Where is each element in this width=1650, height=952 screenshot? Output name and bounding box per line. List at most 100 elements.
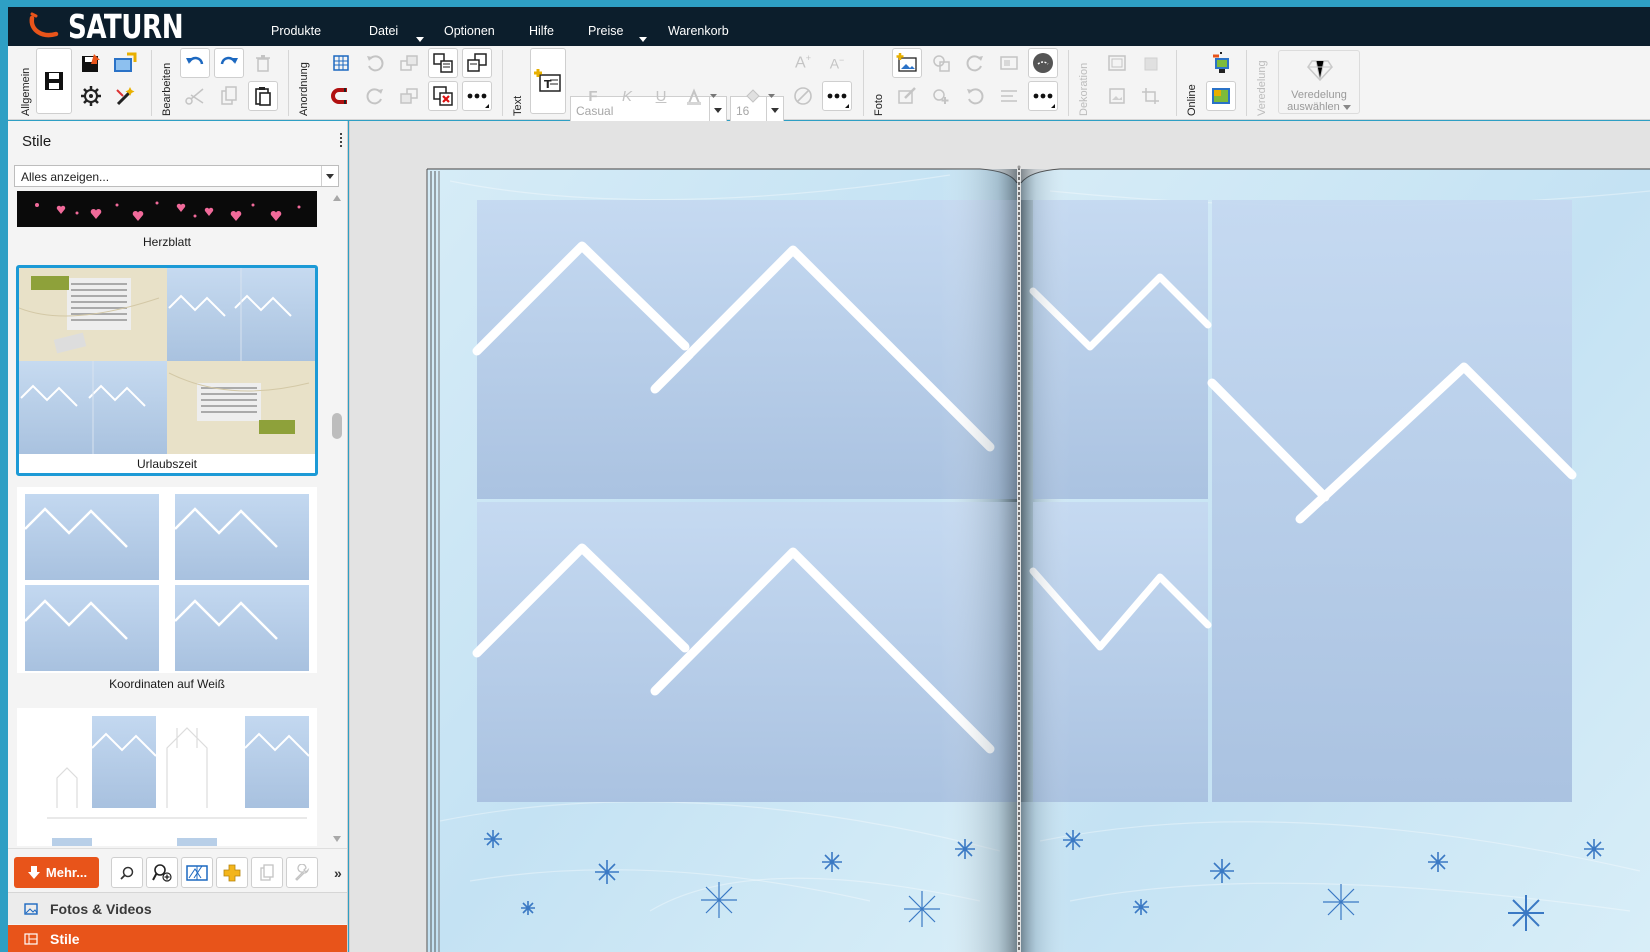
- add-photo-button[interactable]: [892, 48, 922, 78]
- remove-layout-button[interactable]: [428, 81, 458, 111]
- online-photos-button[interactable]: [1206, 81, 1236, 111]
- font-grow-button[interactable]: A+: [788, 48, 818, 78]
- style-card-herzblatt[interactable]: Herzblatt: [17, 191, 317, 249]
- scroll-up-arrow-icon[interactable]: [333, 195, 341, 201]
- menu-preise[interactable]: Preise: [588, 24, 623, 38]
- delete-button[interactable]: [248, 48, 278, 78]
- fill-bucket-icon: [746, 89, 775, 103]
- add-style-button[interactable]: [216, 857, 248, 888]
- magic-tools-button[interactable]: [110, 81, 140, 111]
- font-shrink-button[interactable]: A−: [822, 48, 852, 78]
- rotate-right-button[interactable]: [360, 81, 390, 111]
- decoration-crop-button[interactable]: [1136, 81, 1166, 111]
- style-card-urlaubszeit[interactable]: Urlaubszeit: [16, 265, 318, 476]
- online-upload-button[interactable]: [1206, 48, 1236, 78]
- apply-style-button[interactable]: [181, 857, 213, 888]
- send-backward-icon: [400, 88, 418, 104]
- menu-datei[interactable]: Datei: [369, 24, 398, 38]
- editor-canvas[interactable]: [349, 121, 1650, 952]
- diamond-icon: [1307, 60, 1333, 81]
- online-photos-icon: [1212, 88, 1230, 104]
- grid-button[interactable]: [326, 48, 356, 78]
- no-fill-button[interactable]: [788, 81, 818, 111]
- magnet-button[interactable]: [326, 81, 356, 111]
- panel-menu-dots-icon[interactable]: [339, 131, 343, 151]
- bring-forward-button[interactable]: [394, 48, 424, 78]
- text-fill-button[interactable]: [738, 81, 784, 111]
- photo-placeholder-right-large[interactable]: [1207, 200, 1577, 802]
- photo-align-button[interactable]: [994, 81, 1024, 111]
- paste-button[interactable]: [248, 81, 278, 111]
- save-as-button[interactable]: [76, 48, 106, 78]
- search-style-button[interactable]: [111, 857, 143, 888]
- menu-produkte[interactable]: Produkte: [271, 24, 321, 38]
- add-search-button[interactable]: [146, 857, 178, 888]
- menu-hilfe[interactable]: Hilfe: [529, 24, 554, 38]
- decoration-layer-button[interactable]: [1136, 48, 1166, 78]
- photo-flip-button[interactable]: [960, 81, 990, 111]
- undo-button[interactable]: [180, 48, 210, 78]
- decoration-image-button[interactable]: [1102, 81, 1132, 111]
- arrange-back-button[interactable]: [462, 48, 492, 78]
- city-layout-icon: [47, 716, 310, 846]
- text-color-button[interactable]: [680, 81, 726, 111]
- styles-panel: Stile Alles anzeigen... Herzblatt Urlaub…: [8, 121, 348, 952]
- add-text-button[interactable]: T: [530, 48, 566, 114]
- clipart-add-icon: [933, 89, 949, 104]
- photobook-spread[interactable]: [350, 121, 1650, 952]
- magic-wand-icon: [116, 87, 135, 106]
- mehr-button[interactable]: Mehr...: [14, 857, 99, 888]
- photo-mask-button[interactable]: [1028, 48, 1058, 78]
- save-button[interactable]: [36, 48, 72, 114]
- styles-list: Herzblatt Urlaubszeit Koordinaten auf We…: [8, 191, 330, 846]
- preise-caret-icon[interactable]: [639, 37, 647, 42]
- bold-button[interactable]: F: [578, 81, 608, 111]
- settings-button[interactable]: [76, 81, 106, 111]
- koordinaten-layout-icon: [24, 494, 309, 671]
- photo-clipart-button[interactable]: [926, 81, 956, 111]
- photo-more-button[interactable]: [1028, 81, 1058, 111]
- photo-edit-button[interactable]: [892, 81, 922, 111]
- flip-icon: [967, 88, 984, 105]
- rotate-left-icon: [367, 55, 384, 72]
- cut-button[interactable]: [180, 81, 210, 111]
- font-increase-icon: A+: [795, 53, 811, 72]
- datei-caret-icon[interactable]: [416, 37, 424, 42]
- photo-rotate-button[interactable]: [960, 48, 990, 78]
- nav-fotos-videos[interactable]: Fotos & Videos: [8, 892, 347, 924]
- saturn-logo[interactable]: SATURN: [26, 7, 199, 46]
- scrollbar-thumb[interactable]: [332, 413, 342, 439]
- style-card-koordinaten[interactable]: Koordinaten auf Weiß: [17, 487, 317, 697]
- photo-effect-button[interactable]: [926, 48, 956, 78]
- decoration-layer-icon: [1144, 57, 1158, 71]
- send-backward-button[interactable]: [394, 81, 424, 111]
- nav-stile[interactable]: Stile: [8, 925, 347, 952]
- import-photos-button[interactable]: [110, 48, 140, 78]
- duplicate-style-button[interactable]: [251, 857, 283, 888]
- decoration-frame-button[interactable]: [1102, 48, 1132, 78]
- photo-crop-button[interactable]: [994, 48, 1024, 78]
- style-filter-select[interactable]: Alles anzeigen...: [14, 165, 339, 187]
- gear-icon: [81, 86, 101, 106]
- italic-button[interactable]: K: [612, 81, 642, 111]
- style-card-city[interactable]: [17, 708, 317, 846]
- underline-button[interactable]: U: [646, 81, 676, 111]
- overflow-chevron-icon[interactable]: »: [334, 865, 342, 881]
- copy-button[interactable]: [214, 81, 244, 111]
- redo-button[interactable]: [214, 48, 244, 78]
- menu-warenkorb[interactable]: Warenkorb: [668, 24, 729, 38]
- edit-style-button[interactable]: [286, 857, 318, 888]
- menu-optionen[interactable]: Optionen: [444, 24, 495, 38]
- undo-icon: [186, 56, 204, 65]
- photo-placeholder-left-bottom[interactable]: [472, 502, 1017, 802]
- styles-scrollbar[interactable]: [330, 191, 344, 846]
- paste-icon: [255, 87, 271, 106]
- rotate-left-button[interactable]: [360, 48, 390, 78]
- veredelung-select-button[interactable]: Veredelung auswählen: [1278, 50, 1360, 114]
- duplicate-icon: [260, 863, 274, 881]
- scroll-down-arrow-icon[interactable]: [333, 836, 341, 842]
- arrange-more-button[interactable]: [462, 81, 492, 111]
- arrange-front-button[interactable]: [428, 48, 458, 78]
- text-more-button[interactable]: [822, 81, 852, 111]
- photo-placeholder-left-top[interactable]: [472, 200, 1017, 499]
